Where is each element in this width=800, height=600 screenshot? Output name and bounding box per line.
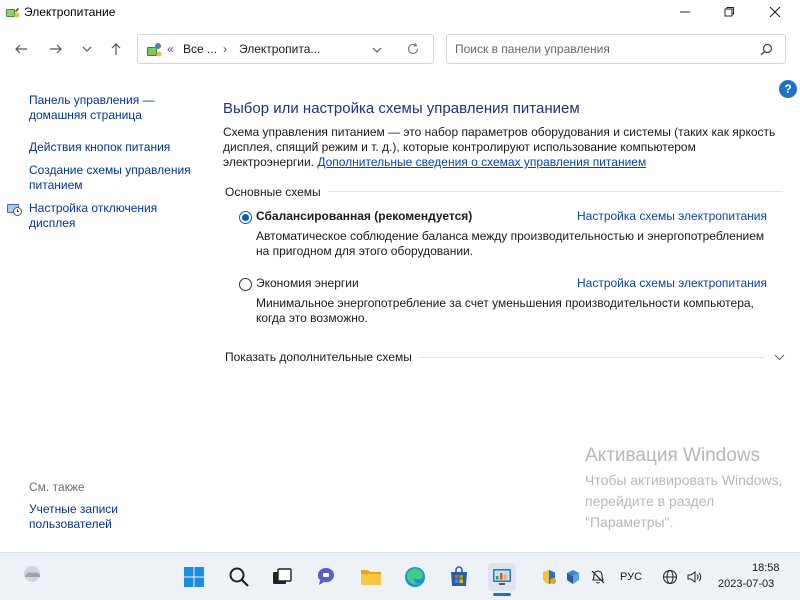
maximize-icon <box>724 7 734 17</box>
window-title: Электропитание <box>24 5 116 19</box>
chevron-down-icon[interactable] <box>773 351 786 364</box>
plan-name-balanced[interactable]: Сбалансированная (рекомендуется) <box>256 209 472 223</box>
sidebar-link-control-panel-home[interactable]: Панель управления — домашняя страница <box>29 93 189 123</box>
control-panel-taskbar-button[interactable] <box>488 563 516 591</box>
plan-settings-link-balanced[interactable]: Настройка схемы электропитания <box>577 209 767 223</box>
address-bar[interactable]: « Все ... › Электропита... <box>137 34 434 64</box>
globe-icon[interactable] <box>662 569 678 585</box>
section-divider <box>328 191 783 192</box>
chat-button[interactable] <box>313 563 341 591</box>
input-language-indicator[interactable]: РУС <box>620 571 642 583</box>
maximize-button[interactable] <box>706 0 752 24</box>
arrow-right-icon <box>50 44 62 54</box>
task-view-button[interactable] <box>268 563 296 591</box>
store-icon <box>451 566 467 586</box>
up-button[interactable] <box>105 38 127 60</box>
activation-watermark-text: Чтобы активировать Windows, перейдите в … <box>585 472 783 530</box>
task-view-icon <box>273 568 292 584</box>
sidebar-link-display-sleep[interactable]: Настройка отключения дисплея <box>29 201 199 231</box>
plan-name-power-saver[interactable]: Экономия энергии <box>256 276 359 290</box>
network-drive-icon[interactable] <box>565 569 581 585</box>
security-shield-icon[interactable] <box>541 569 557 585</box>
close-icon <box>769 6 781 18</box>
address-overflow[interactable]: « <box>167 42 174 56</box>
help-button[interactable]: ? <box>779 80 797 98</box>
plan-description-power-saver: Минимальное энергопотребление за счет ум… <box>256 296 754 325</box>
clock-date[interactable]: 2023-07-03 <box>718 578 774 590</box>
more-info-link[interactable]: Дополнительные сведения о схемах управле… <box>317 155 646 169</box>
back-button[interactable] <box>10 38 32 60</box>
search-icon[interactable] <box>760 43 773 56</box>
activation-watermark-title: Активация Windows <box>585 445 761 466</box>
minimize-button[interactable] <box>662 0 708 24</box>
clock-time[interactable]: 18:58 <box>752 562 780 574</box>
windows-logo-icon <box>184 567 204 587</box>
preferred-plans-heading: Основные схемы <box>225 185 321 199</box>
volume-icon[interactable] <box>686 569 702 585</box>
see-also-heading: См. также <box>29 480 85 494</box>
power-options-icon <box>6 8 20 18</box>
edge-browser-icon <box>405 567 425 587</box>
chat-icon <box>317 568 335 585</box>
sidebar-link-power-buttons[interactable]: Действия кнопок питания <box>29 140 199 155</box>
close-button[interactable] <box>752 0 798 24</box>
plan-description-balanced: Автоматическое соблюдение баланса между … <box>256 229 765 258</box>
control-panel-icon <box>493 569 511 585</box>
recent-locations-button[interactable] <box>76 38 98 60</box>
active-app-indicator <box>493 593 511 596</box>
refresh-icon[interactable] <box>406 42 420 56</box>
sidebar-link-create-plan[interactable]: Создание схемы управления питанием <box>29 163 199 193</box>
sidebar-link-user-accounts[interactable]: Учетные записи пользователей <box>29 502 149 532</box>
control-panel-icon <box>147 43 162 57</box>
show-additional-plans[interactable]: Показать дополнительные схемы <box>225 350 412 364</box>
breadcrumb-all-items[interactable]: Все ... <box>183 42 217 56</box>
weather-icon <box>24 566 41 582</box>
file-explorer-button[interactable] <box>357 563 385 591</box>
search-input[interactable] <box>455 41 755 57</box>
page-description: Схема управления питанием — это набор па… <box>223 125 783 170</box>
breadcrumb-separator[interactable]: › <box>223 42 227 56</box>
plan-settings-link-power-saver[interactable]: Настройка схемы электропитания <box>577 276 767 290</box>
search-icon <box>229 567 249 587</box>
page-title: Выбор или настройка схемы управления пит… <box>223 100 580 117</box>
minimize-icon <box>680 11 690 13</box>
breadcrumb-power-options[interactable]: Электропита... <box>239 42 320 56</box>
title-bar: Электропитание <box>0 0 800 24</box>
plan-radio-balanced[interactable] <box>239 211 252 224</box>
store-button[interactable] <box>445 563 473 591</box>
chevron-down-icon <box>82 46 92 52</box>
arrow-left-icon <box>15 44 27 54</box>
forward-button[interactable] <box>45 38 67 60</box>
taskbar: РУС 18:58 2023-07-03 <box>0 552 800 600</box>
start-button[interactable] <box>180 563 208 591</box>
navigation-bar: « Все ... › Электропита... <box>0 24 800 76</box>
search-box <box>446 34 786 64</box>
section-divider <box>418 357 764 358</box>
plan-radio-power-saver[interactable] <box>239 278 252 291</box>
edge-button[interactable] <box>401 563 429 591</box>
notifications-off-icon[interactable] <box>590 569 606 585</box>
folder-icon <box>361 570 381 585</box>
search-taskbar-button[interactable] <box>225 563 253 591</box>
display-sleep-icon <box>7 204 22 216</box>
address-dropdown-icon[interactable] <box>371 44 383 56</box>
widgets-button[interactable] <box>18 560 46 588</box>
arrow-up-icon <box>111 43 121 55</box>
